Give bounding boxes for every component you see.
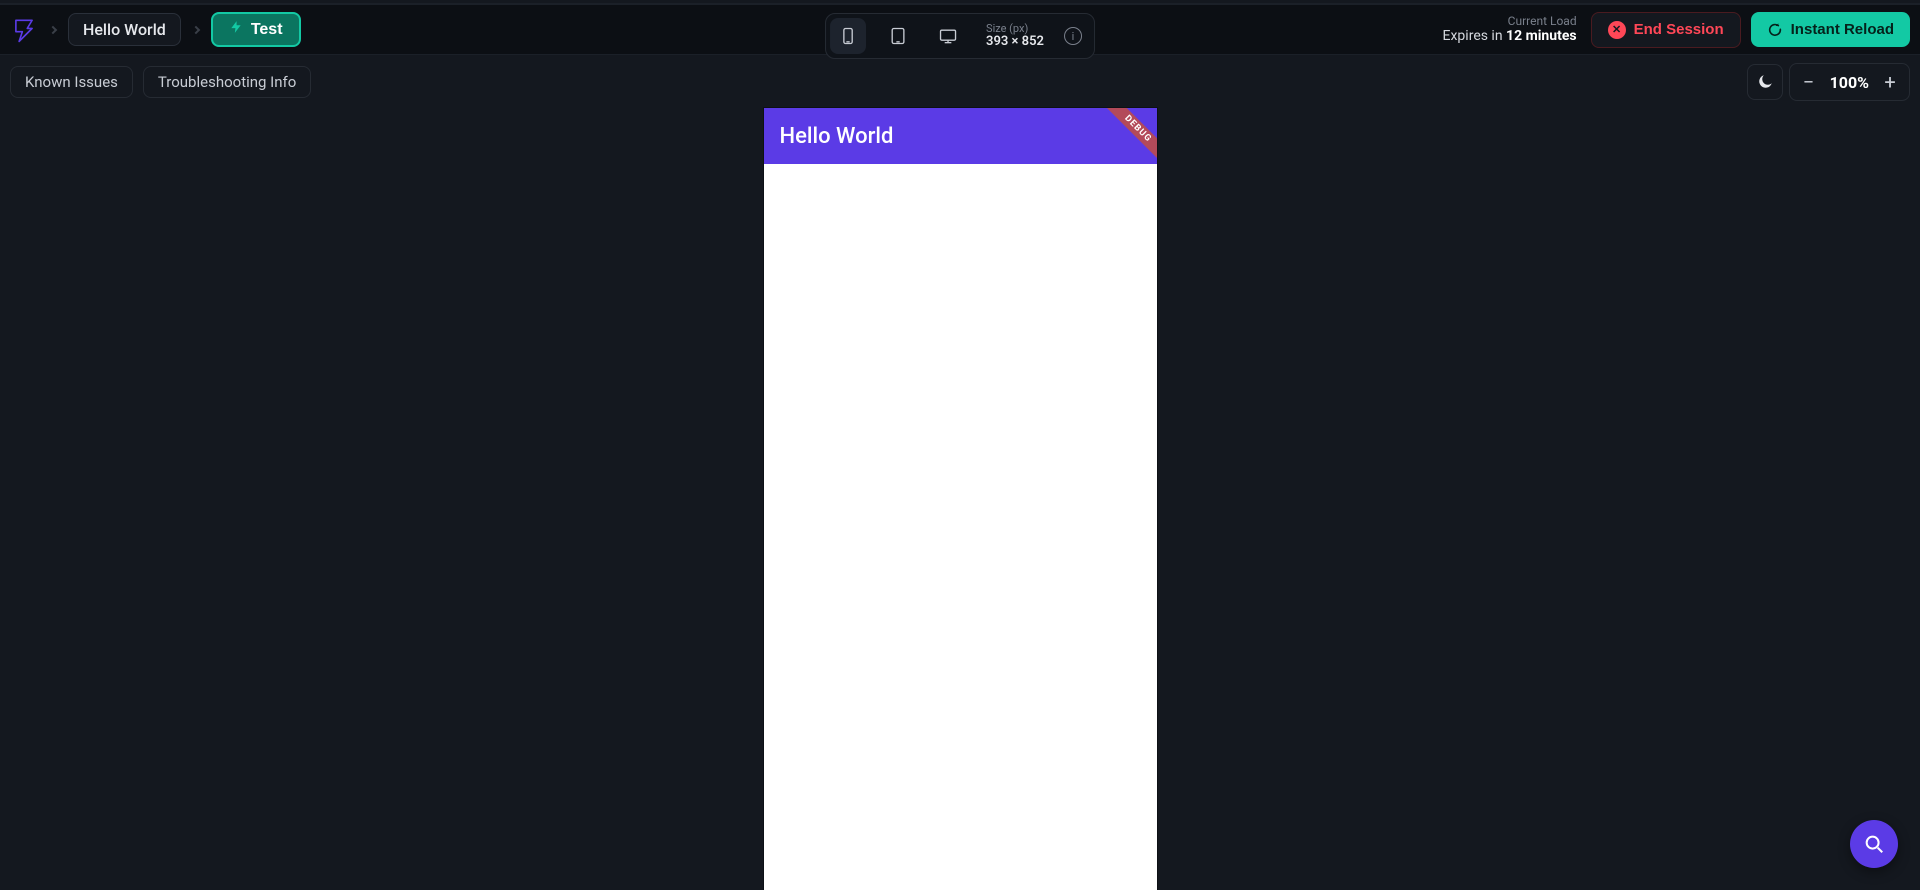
expires-prefix: Expires in <box>1443 28 1507 44</box>
reload-icon <box>1767 22 1783 38</box>
chevron-right-icon <box>49 25 57 33</box>
instant-reload-button[interactable]: Instant Reload <box>1751 12 1910 47</box>
app-bar: Hello World <box>764 108 1157 164</box>
test-mode-button[interactable]: Test <box>211 12 301 47</box>
top-bar: Hello World Test Size (px) 393 × 852 i C… <box>0 3 1920 55</box>
device-phone-button[interactable] <box>830 18 866 54</box>
expires-line: Expires in 12 minutes <box>1443 28 1577 45</box>
top-bar-right: Current Load Expires in 12 minutes ✕ End… <box>1443 12 1910 48</box>
device-frame: Hello World DEBUG <box>764 108 1157 890</box>
expires-value: 12 minutes <box>1506 28 1577 44</box>
info-icon[interactable]: i <box>1064 27 1082 45</box>
device-size-readout: Size (px) 393 × 852 <box>986 23 1044 49</box>
instant-reload-label: Instant Reload <box>1791 21 1894 38</box>
device-desktop-button[interactable] <box>930 18 966 54</box>
current-load-label: Current Load <box>1443 14 1577 28</box>
app-logo[interactable] <box>10 16 38 44</box>
preview-canvas[interactable]: Hello World DEBUG <box>0 56 1920 890</box>
device-tablet-button[interactable] <box>880 18 916 54</box>
chevron-right-icon <box>192 25 200 33</box>
end-session-button[interactable]: ✕ End Session <box>1591 12 1741 48</box>
close-circle-icon: ✕ <box>1608 21 1626 39</box>
breadcrumb-project[interactable]: Hello World <box>68 13 181 46</box>
device-size-panel: Size (px) 393 × 852 i <box>825 13 1095 59</box>
size-value: 393 × 852 <box>986 35 1044 49</box>
end-session-label: End Session <box>1634 21 1724 38</box>
bolt-icon <box>229 19 243 40</box>
test-mode-label: Test <box>251 21 283 39</box>
session-status: Current Load Expires in 12 minutes <box>1443 14 1577 45</box>
search-fab[interactable] <box>1850 820 1898 868</box>
search-icon <box>1863 833 1885 855</box>
app-title: Hello World <box>780 124 894 149</box>
